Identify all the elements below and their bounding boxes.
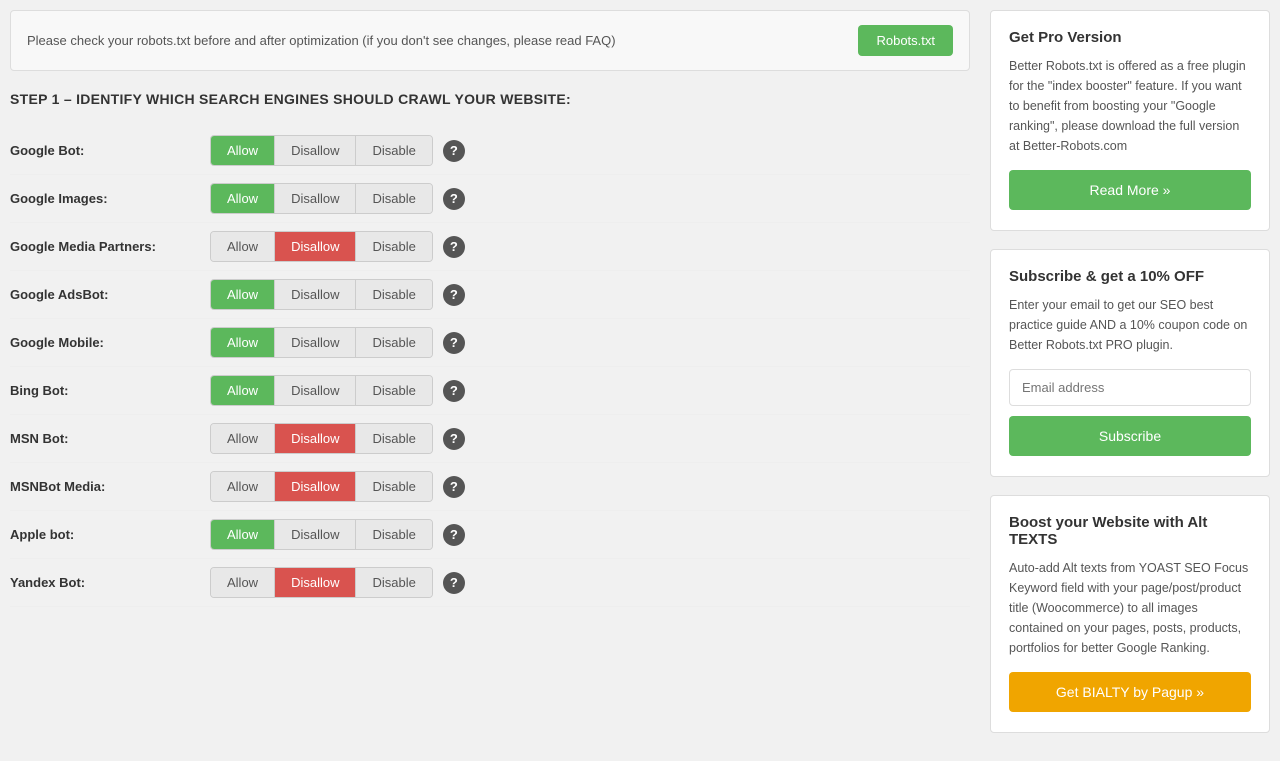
bot-allow-button[interactable]: Allow [211,472,275,501]
bot-btn-group: AllowDisallowDisable [210,423,433,454]
bot-disallow-button[interactable]: Disallow [275,568,356,597]
bot-row: Apple bot:AllowDisallowDisable? [10,511,970,559]
bot-label: MSN Bot: [10,431,210,446]
bot-disable-button[interactable]: Disable [356,184,431,213]
bot-btn-group: AllowDisallowDisable [210,231,433,262]
bot-row: Yandex Bot:AllowDisallowDisable? [10,559,970,607]
pro-version-card: Get Pro Version Better Robots.txt is off… [990,10,1270,231]
bot-btn-group: AllowDisallowDisable [210,279,433,310]
bot-disallow-button[interactable]: Disallow [275,376,356,405]
bot-row: MSN Bot:AllowDisallowDisable? [10,415,970,463]
bot-disallow-button[interactable]: Disallow [275,424,356,453]
bot-row: Google Media Partners:AllowDisallowDisab… [10,223,970,271]
bot-btn-group: AllowDisallowDisable [210,519,433,550]
bot-label: Google Mobile: [10,335,210,350]
bot-disable-button[interactable]: Disable [356,424,431,453]
bot-disallow-button[interactable]: Disallow [275,328,356,357]
bot-btn-group: AllowDisallowDisable [210,375,433,406]
email-input[interactable] [1009,369,1251,406]
bot-allow-button[interactable]: Allow [211,280,275,309]
bot-label: Apple bot: [10,527,210,542]
help-icon[interactable]: ? [443,380,465,402]
bot-allow-button[interactable]: Allow [211,232,275,261]
subscribe-button[interactable]: Subscribe [1009,416,1251,456]
bot-allow-button[interactable]: Allow [211,568,275,597]
bot-row: Google Bot:AllowDisallowDisable? [10,127,970,175]
pro-text: Better Robots.txt is offered as a free p… [1009,56,1251,156]
bot-disallow-button[interactable]: Disallow [275,520,356,549]
boost-card: Boost your Website with Alt TEXTS Auto-a… [990,495,1270,733]
bot-label: Google AdsBot: [10,287,210,302]
help-icon[interactable]: ? [443,140,465,162]
bot-label: Google Bot: [10,143,210,158]
help-icon[interactable]: ? [443,428,465,450]
bot-btn-group: AllowDisallowDisable [210,135,433,166]
bot-disable-button[interactable]: Disable [356,472,431,501]
pro-title: Get Pro Version [1009,29,1251,46]
bot-row: Google Images:AllowDisallowDisable? [10,175,970,223]
bot-disallow-button[interactable]: Disallow [275,184,356,213]
boost-title: Boost your Website with Alt TEXTS [1009,514,1251,548]
subscribe-title: Subscribe & get a 10% OFF [1009,268,1251,285]
robots-txt-button[interactable]: Robots.txt [858,25,953,56]
help-icon[interactable]: ? [443,188,465,210]
bot-disable-button[interactable]: Disable [356,568,431,597]
main-content: Please check your robots.txt before and … [0,10,980,751]
step-heading: STEP 1 – IDENTIFY WHICH SEARCH ENGINES S… [10,91,970,107]
help-icon[interactable]: ? [443,476,465,498]
bot-btn-group: AllowDisallowDisable [210,567,433,598]
bot-row: Bing Bot:AllowDisallowDisable? [10,367,970,415]
help-icon[interactable]: ? [443,332,465,354]
bot-allow-button[interactable]: Allow [211,520,275,549]
bot-allow-button[interactable]: Allow [211,136,275,165]
sidebar: Get Pro Version Better Robots.txt is off… [980,10,1280,751]
bot-btn-group: AllowDisallowDisable [210,183,433,214]
bot-disable-button[interactable]: Disable [356,328,431,357]
read-more-button[interactable]: Read More » [1009,170,1251,210]
bot-disallow-button[interactable]: Disallow [275,472,356,501]
boost-button[interactable]: Get BIALTY by Pagup » [1009,672,1251,712]
bot-label: MSNBot Media: [10,479,210,494]
bot-label: Bing Bot: [10,383,210,398]
notice-text: Please check your robots.txt before and … [27,33,616,48]
bot-row: Google Mobile:AllowDisallowDisable? [10,319,970,367]
bot-label: Yandex Bot: [10,575,210,590]
bot-allow-button[interactable]: Allow [211,376,275,405]
bot-disable-button[interactable]: Disable [356,520,431,549]
bot-btn-group: AllowDisallowDisable [210,327,433,358]
bot-disallow-button[interactable]: Disallow [275,232,356,261]
bot-disable-button[interactable]: Disable [356,232,431,261]
help-icon[interactable]: ? [443,284,465,306]
bot-disable-button[interactable]: Disable [356,280,431,309]
bot-label: Google Images: [10,191,210,206]
bot-allow-button[interactable]: Allow [211,328,275,357]
bots-list: Google Bot:AllowDisallowDisable?Google I… [10,127,970,607]
boost-text: Auto-add Alt texts from YOAST SEO Focus … [1009,558,1251,658]
help-icon[interactable]: ? [443,572,465,594]
bot-disallow-button[interactable]: Disallow [275,136,356,165]
notice-bar: Please check your robots.txt before and … [10,10,970,71]
bot-allow-button[interactable]: Allow [211,424,275,453]
bot-btn-group: AllowDisallowDisable [210,471,433,502]
help-icon[interactable]: ? [443,524,465,546]
bot-allow-button[interactable]: Allow [211,184,275,213]
bot-disable-button[interactable]: Disable [356,136,431,165]
bot-row: Google AdsBot:AllowDisallowDisable? [10,271,970,319]
bot-row: MSNBot Media:AllowDisallowDisable? [10,463,970,511]
help-icon[interactable]: ? [443,236,465,258]
bot-label: Google Media Partners: [10,239,210,254]
subscribe-text: Enter your email to get our SEO best pra… [1009,295,1251,355]
subscribe-card: Subscribe & get a 10% OFF Enter your ema… [990,249,1270,477]
bot-disable-button[interactable]: Disable [356,376,431,405]
bot-disallow-button[interactable]: Disallow [275,280,356,309]
